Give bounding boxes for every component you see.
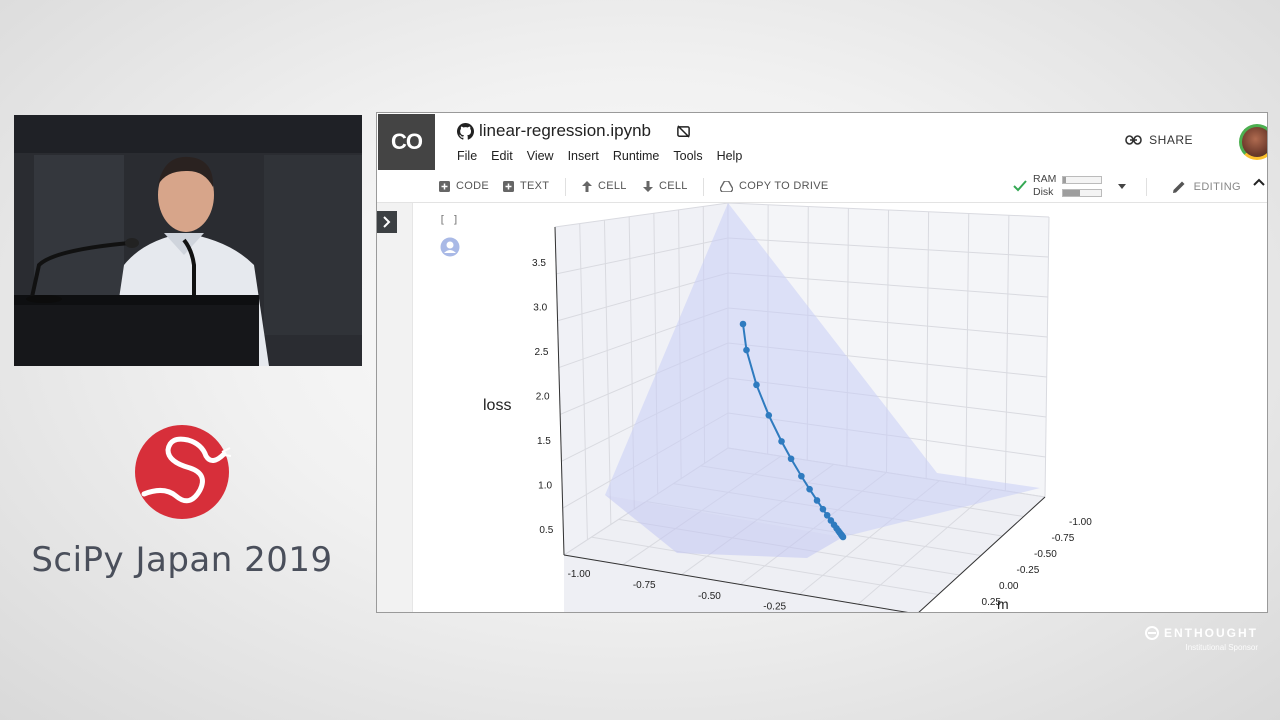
sponsor-subtitle: Institutional Sponsor (1185, 643, 1259, 652)
menu-bar: File Edit View Insert Runtime Tools Help (457, 149, 742, 163)
z-tick-label: 3.0 (533, 303, 547, 314)
y-tick-label: -0.25 (1017, 565, 1040, 576)
descent-point (787, 455, 795, 463)
add-text-button[interactable]: TEXT (503, 180, 549, 192)
sponsor-name: ENTHOUGHT (1164, 626, 1258, 640)
z-axis-label: loss (483, 397, 512, 414)
ram-label: RAM (1033, 173, 1057, 185)
y-tick-label: 0.00 (999, 581, 1019, 592)
editing-label: EDITING (1193, 181, 1241, 193)
notebook-content: [ ] 0.5 1.0 1.5 2.0 2.5 3.0 3.5 -1.00 -0.75 -0.5… (377, 203, 1267, 613)
link-icon (1125, 135, 1142, 145)
y-tick-label: -1.00 (1069, 517, 1092, 528)
colab-logo[interactable]: CO (378, 114, 435, 170)
toolbar-divider (1146, 178, 1147, 196)
z-tick-label: 2.5 (534, 347, 548, 358)
descent-point (806, 485, 813, 493)
descent-point (819, 505, 827, 513)
x-tick-label: -0.75 (633, 580, 656, 591)
scipy-logo (134, 422, 232, 520)
resource-bars (1062, 175, 1103, 197)
move-cell-down-button[interactable]: CELL (643, 180, 688, 192)
resource-labels: RAM Disk (1033, 173, 1056, 199)
copy-to-drive-button[interactable]: COPY TO DRIVE (720, 180, 828, 192)
resource-monitor[interactable]: RAM Disk (1013, 173, 1127, 199)
x-tick-label: -0.25 (763, 602, 786, 613)
descent-point (839, 533, 847, 541)
menu-file[interactable]: File (457, 149, 477, 163)
chevron-up-icon[interactable] (1253, 178, 1265, 186)
ram-bar-fill (1063, 176, 1067, 183)
descent-point (778, 438, 785, 445)
menu-help[interactable]: Help (717, 149, 743, 163)
z-tick-label: 1.0 (538, 481, 552, 492)
dropdown-caret-icon[interactable] (1118, 183, 1127, 189)
share-label: SHARE (1149, 133, 1193, 147)
add-text-label: TEXT (520, 180, 550, 192)
event-title: SciPy Japan 2019 (31, 540, 333, 580)
share-button[interactable]: SHARE (1125, 133, 1193, 147)
plus-icon (503, 180, 514, 192)
menu-view[interactable]: View (527, 149, 554, 163)
descent-point (798, 472, 805, 480)
drive-icon (720, 180, 733, 192)
descent-point (739, 320, 747, 328)
github-icon (457, 122, 474, 140)
add-code-button[interactable]: CODE (439, 180, 489, 192)
notebook-title[interactable]: linear-regression.ipynb (479, 121, 651, 141)
enthought-logo-icon (1145, 626, 1159, 640)
plus-icon (439, 180, 450, 192)
descent-point (753, 381, 760, 389)
z-axis-ticks: 0.5 1.0 1.5 2.0 2.5 3.0 3.5 (532, 258, 554, 536)
disk-bar (1062, 188, 1103, 197)
z-tick-label: 2.0 (536, 392, 550, 403)
checkmark-icon (1013, 180, 1027, 192)
copy-to-drive-label: COPY TO DRIVE (739, 180, 829, 192)
descent-point (765, 411, 773, 419)
y-tick-label: -0.75 (1052, 533, 1075, 544)
colab-header: CO linear-regression.ipynb File Edit Vie… (377, 113, 1267, 171)
account-avatar[interactable] (1239, 124, 1267, 160)
descent-point (743, 346, 750, 354)
notebook-title-row: linear-regression.ipynb (457, 121, 691, 141)
sponsor-name-row: ENTHOUGHT (1145, 626, 1258, 640)
ram-bar (1062, 175, 1103, 184)
x-tick-label: -0.50 (698, 591, 721, 602)
cell-up-label: CELL (598, 180, 627, 192)
disk-bar-fill (1063, 189, 1081, 196)
menu-runtime[interactable]: Runtime (613, 149, 660, 163)
descent-point (813, 497, 821, 504)
editing-mode-button[interactable]: EDITING (1172, 180, 1241, 194)
pencil-icon (1172, 181, 1185, 193)
arrow-up-icon (582, 180, 592, 192)
y-tick-label: -0.50 (1034, 549, 1057, 560)
add-code-label: CODE (456, 180, 489, 192)
y-axis-label: m (997, 596, 1009, 612)
z-tick-label: 0.5 (539, 525, 553, 536)
arrow-down-icon (643, 180, 653, 192)
cell-down-label: CELL (659, 180, 688, 192)
menu-insert[interactable]: Insert (568, 149, 599, 163)
notebook-toolbar: CODE TEXT CELL CELL COPY TO DRIVE RAM Di… (377, 171, 1267, 203)
toolbar-divider (565, 178, 566, 196)
move-cell-up-button[interactable]: CELL (582, 180, 627, 192)
z-tick-label: 1.5 (537, 436, 551, 447)
colab-window: CO linear-regression.ipynb File Edit Vie… (376, 112, 1268, 613)
toolbar-divider (703, 178, 704, 196)
menu-tools[interactable]: Tools (673, 149, 702, 163)
sponsor-block: ENTHOUGHT Institutional Sponsor (1145, 626, 1258, 652)
speaker-video (14, 115, 362, 366)
disk-label: Disk (1033, 186, 1054, 198)
x-tick-label: -1.00 (568, 569, 591, 580)
menu-edit[interactable]: Edit (491, 149, 513, 163)
drive-off-icon[interactable] (676, 124, 691, 139)
z-tick-label: 3.5 (532, 258, 546, 269)
